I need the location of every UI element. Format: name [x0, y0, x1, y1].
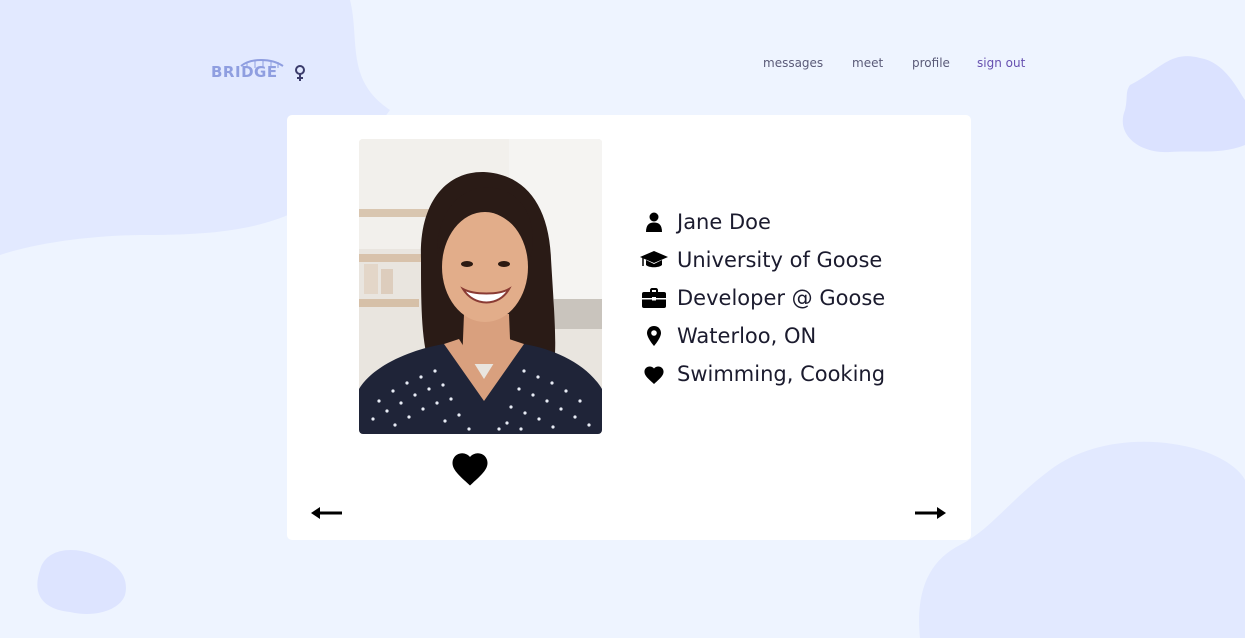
- like-button[interactable]: [449, 448, 491, 488]
- nav-messages-link[interactable]: messages: [763, 56, 823, 70]
- heart-icon: [637, 362, 671, 386]
- profile-location: Waterloo, ON: [677, 324, 817, 348]
- heart-icon: [452, 453, 488, 486]
- user-icon: [637, 210, 671, 234]
- previous-profile-button[interactable]: [311, 503, 343, 523]
- profile-name: Jane Doe: [677, 210, 771, 234]
- nav-meet-link[interactable]: meet: [852, 56, 883, 70]
- nav-sign-out-link[interactable]: sign out: [977, 56, 1025, 70]
- briefcase-icon: [637, 286, 671, 310]
- arrow-right-icon: [915, 507, 946, 519]
- graduation-cap-icon: [637, 248, 671, 272]
- profile-card: Jane Doe University of Goose Developer @…: [287, 115, 971, 540]
- profile-interests-row: Swimming, Cooking: [637, 355, 885, 393]
- next-profile-button[interactable]: [914, 503, 946, 523]
- profile-photo: [359, 139, 602, 434]
- profile-job-row: Developer @ Goose: [637, 279, 885, 317]
- profile-interests: Swimming, Cooking: [677, 362, 886, 386]
- profile-location-row: Waterloo, ON: [637, 317, 885, 355]
- profile-info: Jane Doe University of Goose Developer @…: [637, 203, 885, 393]
- bridge-logo[interactable]: BRIDGE: [211, 56, 311, 84]
- logo-text: BRIDGE: [211, 63, 278, 81]
- profile-school-row: University of Goose: [637, 241, 885, 279]
- top-nav: messages meet profile sign out: [740, 56, 1040, 74]
- profile-name-row: Jane Doe: [637, 203, 885, 241]
- profile-school: University of Goose: [677, 248, 883, 272]
- nav-profile-link[interactable]: profile: [912, 56, 950, 70]
- map-pin-icon: [637, 324, 671, 348]
- arrow-left-icon: [311, 507, 342, 519]
- profile-job: Developer @ Goose: [677, 286, 886, 310]
